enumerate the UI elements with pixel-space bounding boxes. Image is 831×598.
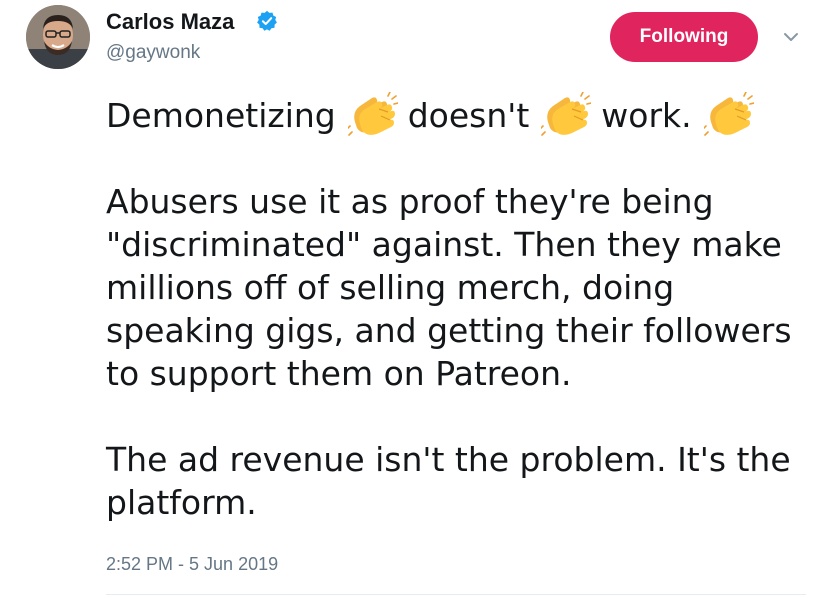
verified-badge-icon — [257, 10, 277, 31]
chevron-down-icon[interactable] — [780, 30, 802, 44]
divider — [106, 594, 806, 595]
tweet-line-1: Demonetizing doesn't work. — [106, 92, 816, 138]
tweet-card: Carlos Maza @gaywonk Following Demonetiz… — [0, 0, 831, 598]
clapping-hands-icon — [703, 92, 754, 136]
tweet-paragraph: The ad revenue isn't the problem. It's t… — [106, 440, 791, 522]
following-button[interactable]: Following — [610, 12, 758, 62]
author-handle[interactable]: @gaywonk — [106, 42, 200, 64]
tweet-word: Demonetizing — [106, 95, 336, 135]
clapping-hands-icon — [347, 92, 398, 136]
avatar[interactable] — [26, 5, 90, 69]
tweet-word: doesn't — [407, 95, 530, 135]
tweet-text: Demonetizing doesn't work. Abusers use i… — [106, 92, 816, 524]
author-name[interactable]: Carlos Maza — [106, 8, 234, 36]
tweet-timestamp[interactable]: 2:52 PM - 5 Jun 2019 — [106, 553, 278, 575]
clapping-hands-icon — [541, 92, 592, 136]
tweet-paragraph: Abusers use it as proof they're being "d… — [106, 182, 792, 393]
tweet-word: work. — [601, 95, 692, 135]
